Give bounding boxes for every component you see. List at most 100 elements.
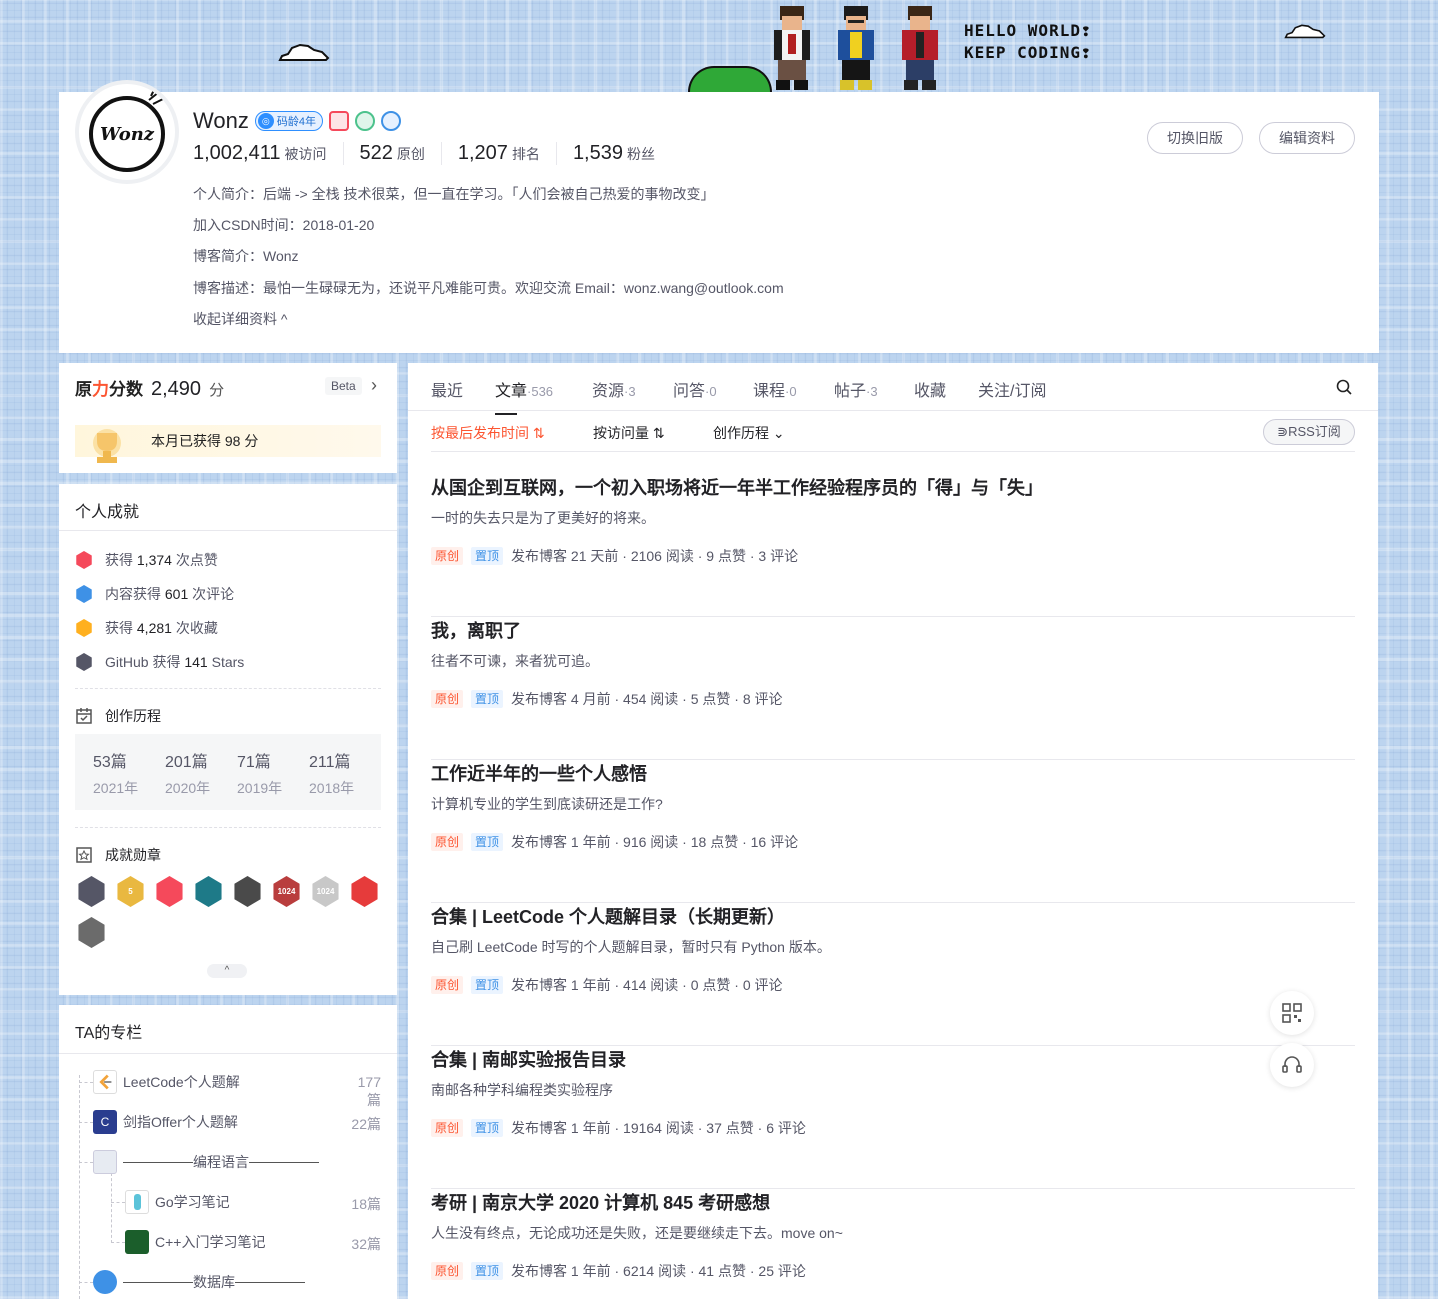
pinned-tag: 置顶 xyxy=(471,1119,504,1137)
achievements-card: 个人成就 获得 1,374 次点赞 内容获得 601 次评论 获得 4,281 … xyxy=(59,484,397,995)
tab-label: 问答 xyxy=(673,383,706,400)
tab-recent[interactable]: 最近 xyxy=(431,377,463,401)
article-desc: 自己刷 LeetCode 时写的个人题解目录，暂时只有 Python 版本。 xyxy=(431,939,831,955)
column-item[interactable]: LeetCode个人题解 xyxy=(93,1070,240,1094)
1024-medal-2-icon[interactable]: 1024 xyxy=(312,876,339,907)
medal-text: 1024 xyxy=(277,887,296,896)
tab-count: ·0 xyxy=(785,384,797,399)
column-item[interactable]: Go学习笔记 xyxy=(125,1190,230,1214)
tab-articles[interactable]: 文章·536 xyxy=(495,377,553,415)
stat-original[interactable]: 522 原创 xyxy=(360,142,442,165)
bronze-medal-icon[interactable] xyxy=(78,917,105,948)
tab-following[interactable]: 关注/订阅 xyxy=(978,377,1046,401)
qrcode-button[interactable] xyxy=(1270,991,1314,1035)
ach-post: 次点赞 xyxy=(171,552,218,568)
trophy-icon xyxy=(93,429,121,463)
achievement-text: 内容获得 601 次评论 xyxy=(105,584,234,604)
tab-posts[interactable]: 帖子·3 xyxy=(834,377,878,401)
article-title[interactable]: 我，离职了 xyxy=(431,617,521,643)
history-year: 2021年 xyxy=(93,780,139,796)
article-item[interactable]: 考研 | 南京大学 2020 计算机 845 考研感想 人生没有终点，无论成功还是… xyxy=(431,1189,1355,1299)
history-stats: 53篇 2021年 201篇 2020年 71篇 2019年 211篇 2018年 xyxy=(75,734,381,810)
github-medal-icon[interactable] xyxy=(78,876,105,907)
stat-label: 排名 xyxy=(511,146,540,162)
dark-medal-icon[interactable] xyxy=(234,876,261,907)
ach-post: 次收藏 xyxy=(171,620,218,636)
article-title[interactable]: 合集 | LeetCode 个人题解目录（长期更新） xyxy=(431,903,785,929)
community-badge-icon[interactable] xyxy=(354,111,375,131)
tab-resources[interactable]: 资源·3 xyxy=(592,377,636,401)
medal-text: 5 xyxy=(128,887,133,896)
blog-expert-badge-icon[interactable] xyxy=(380,111,401,131)
column-item[interactable]: C++入门学习笔记 xyxy=(125,1230,265,1254)
column-group[interactable]: 编程语言 xyxy=(93,1150,319,1174)
article-item[interactable]: 合集 | 南邮实验报告目录 南邮各种学科编程类实验程序 原创 置顶 发布博客 1 年前 … xyxy=(431,1046,1355,1189)
score-label: 原力分数 xyxy=(75,375,143,400)
stat-visits[interactable]: 1,002,411 被访问 xyxy=(193,142,344,165)
score-value: 2,490 xyxy=(151,378,202,400)
tab-label: 资源 xyxy=(592,383,625,400)
article-desc: 南邮各种学科编程类实验程序 xyxy=(431,1082,613,1098)
tab-favorites[interactable]: 收藏 xyxy=(914,377,946,401)
tree-branch xyxy=(79,1282,93,1283)
search-icon[interactable] xyxy=(1335,378,1353,396)
tab-label: 课程 xyxy=(753,383,786,400)
edit-profile-button[interactable]: 编辑资料 xyxy=(1259,122,1355,154)
article-item[interactable]: 我，离职了 往者不可谏，来者犹可追。 原创 置顶 发布博客 4 月前 · 454 阅读 … xyxy=(431,617,1355,760)
red-star-medal-icon[interactable] xyxy=(156,876,183,907)
tab-label: 关注/订阅 xyxy=(978,383,1047,400)
tab-courses[interactable]: 课程·0 xyxy=(753,377,797,401)
history-year: 2019年 xyxy=(237,780,283,796)
score-title[interactable]: 原力分数 2,490 分 xyxy=(75,375,224,401)
chevron-right-icon[interactable]: › xyxy=(371,375,377,396)
article-item[interactable]: 合集 | LeetCode 个人题解目录（长期更新） 自己刷 LeetCode 时… xyxy=(431,903,1355,1046)
avatar[interactable]: Wonz xyxy=(75,80,179,184)
pen-badge-icon[interactable] xyxy=(328,111,349,131)
medal-icon xyxy=(76,847,92,863)
banner-slogan: HELLO WORLD❢ KEEP CODING❢ xyxy=(964,20,1092,64)
sort-by-time[interactable]: 按最后发布时间 ⇅ xyxy=(431,423,545,443)
group-rule xyxy=(123,1161,193,1163)
profile-header: Wonz Wonz ◎ 码龄4年 1,002,411 被访问 522 原创 1,207… xyxy=(59,80,1379,353)
rss-subscribe-button[interactable]: ⋑RSS订阅 xyxy=(1263,419,1355,445)
ach-num: 4,281 xyxy=(136,620,172,636)
article-title[interactable]: 工作近半年的一些个人感悟 xyxy=(431,760,647,786)
stat-label: 原创 xyxy=(396,146,425,162)
switch-old-version-button[interactable]: 切换旧版 xyxy=(1147,122,1243,154)
stat-fans[interactable]: 1,539 粉丝 xyxy=(573,142,671,165)
tree-branch xyxy=(111,1242,125,1243)
1024-medal-icon[interactable]: 1024 xyxy=(273,876,300,907)
profile-stats: 1,002,411 被访问 522 原创 1,207 排名 1,539 粉丝 xyxy=(193,142,687,165)
article-title[interactable]: 从国企到互联网，一个初入职场将近一年半工作经验程序员的「得」与「失」 xyxy=(431,474,1043,500)
history-dropdown[interactable]: 创作历程 ⌄ xyxy=(713,423,785,443)
stat-label: 被访问 xyxy=(284,146,327,162)
list-medal-icon[interactable] xyxy=(195,876,222,907)
article-title[interactable]: 考研 | 南京大学 2020 计算机 845 考研感想 xyxy=(431,1189,770,1215)
stat-rank[interactable]: 1,207 排名 xyxy=(458,142,557,165)
article-title[interactable]: 合集 | 南邮实验报告目录 xyxy=(431,1046,626,1072)
medals-list: 5 1024 1024 xyxy=(77,876,387,948)
history-item[interactable]: 201篇 2020年 xyxy=(165,734,237,810)
tree-branch xyxy=(79,1162,93,1163)
medals-header: 成就勋章 xyxy=(75,845,161,865)
collapse-medals-button[interactable]: ^ xyxy=(207,964,247,978)
column-item[interactable]: C 剑指Offer个人题解 xyxy=(93,1110,238,1134)
history-item[interactable]: 211篇 2018年 xyxy=(309,734,381,810)
leetcode-icon xyxy=(93,1070,117,1094)
tab-qa[interactable]: 问答·0 xyxy=(673,377,717,401)
article-stats: 发布博客 4 月前 · 454 阅读 · 5 点赞 · 8 评论 xyxy=(511,691,783,707)
pen-medal-icon[interactable] xyxy=(351,876,378,907)
sort-by-views[interactable]: 按访问量 ⇅ xyxy=(593,423,665,443)
original-tag: 原创 xyxy=(431,690,464,708)
user-name[interactable]: Wonz xyxy=(193,108,249,134)
5-year-medal-icon[interactable]: 5 xyxy=(117,876,144,907)
code-age-badge[interactable]: ◎ 码龄4年 xyxy=(254,111,323,131)
customer-service-button[interactable] xyxy=(1270,1043,1314,1087)
article-item[interactable]: 工作近半年的一些个人感悟 计算机专业的学生到底读研还是工作? 原创 置顶 发布博客 1 … xyxy=(431,760,1355,903)
history-item[interactable]: 53篇 2021年 xyxy=(93,734,165,810)
divider xyxy=(59,1053,397,1054)
history-item[interactable]: 71篇 2019年 xyxy=(237,734,309,810)
column-group[interactable]: 数据库 xyxy=(93,1270,305,1294)
collapse-details-link[interactable]: 收起详细资料 ^ xyxy=(193,309,287,329)
article-item[interactable]: 从国企到互联网，一个初入职场将近一年半工作经验程序员的「得」与「失」 一时的失去只… xyxy=(431,474,1355,617)
